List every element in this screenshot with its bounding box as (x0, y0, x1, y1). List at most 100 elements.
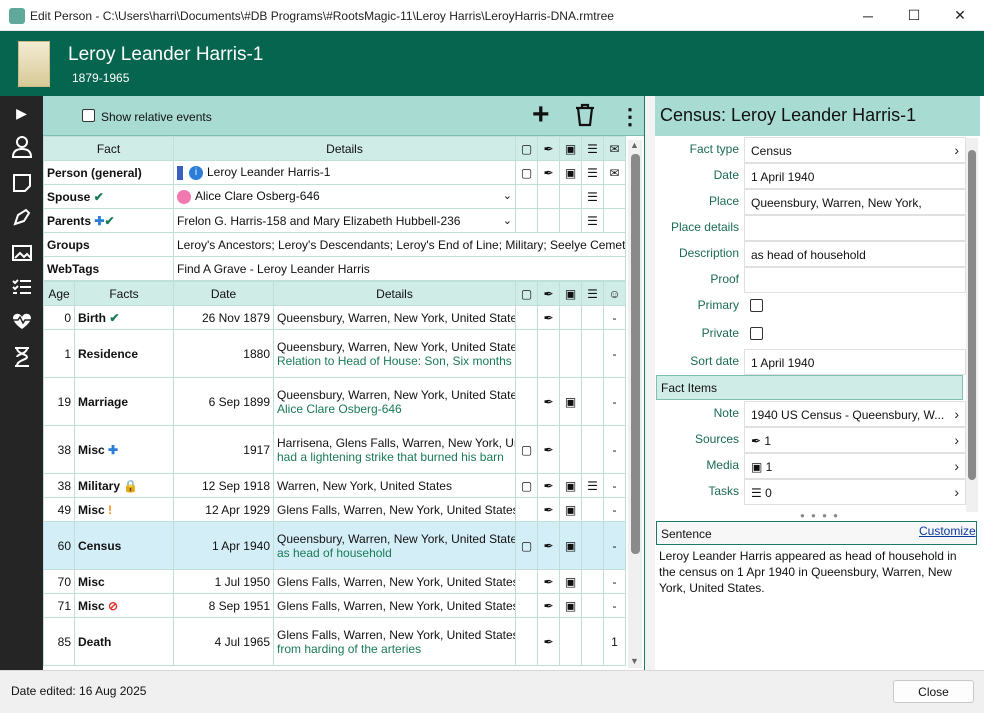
media-icon[interactable]: ▣ (559, 160, 582, 185)
task-icon[interactable]: ☰ (581, 160, 604, 185)
fact-type-field[interactable]: Census › (744, 137, 966, 163)
sentence-label: Sentence (661, 527, 712, 541)
table-row[interactable]: Person (general) i Leroy Leander Harris-1… (43, 160, 626, 185)
source-icon[interactable]: ✒ (537, 617, 560, 666)
minimize-button[interactable]: ─ (845, 0, 891, 31)
table-row[interactable]: 19 Marriage 6 Sep 1899 Queensbury, Warre… (43, 377, 626, 426)
detail-scrollbar-thumb[interactable] (968, 150, 976, 480)
close-button[interactable]: Close (893, 680, 974, 703)
note-icon[interactable] (0, 166, 43, 200)
media-icon[interactable]: ▣ (559, 569, 582, 594)
source-icon[interactable]: ✒ (537, 521, 560, 570)
close-window-button[interactable]: ✕ (937, 0, 983, 31)
task-icon[interactable]: ☰ (581, 473, 604, 498)
media-icon[interactable]: ▣ (559, 377, 582, 426)
fact-name: Misc (78, 598, 105, 613)
tasks-field[interactable]: ☰ 0 › (744, 479, 966, 505)
health-heart-icon[interactable] (0, 304, 43, 338)
customize-link[interactable]: Customize (919, 524, 976, 538)
table-row[interactable]: 38 Military 🔒 12 Sep 1918 Warren, New Yo… (43, 473, 626, 498)
mail-icon[interactable]: ✉ (603, 160, 626, 185)
table-row[interactable]: Spouse ✔ Alice Clare Osberg-646 ⌄ ☰ (43, 184, 626, 209)
source-icon[interactable]: ✒ (537, 569, 560, 594)
pane-splitter[interactable] (644, 96, 655, 670)
fact-details: Alice Clare Osberg-646 (195, 189, 320, 204)
details-column-header[interactable]: Details (273, 281, 516, 306)
fact-details: Leroy's Ancestors; Leroy's Descendants; … (173, 232, 626, 257)
facts-scrollbar-thumb[interactable] (631, 154, 640, 554)
timeline-hourglass-icon[interactable] (0, 340, 43, 374)
proof-field[interactable] (744, 267, 966, 293)
splitter-grip-icon[interactable]: ● ● ● ● (800, 511, 840, 520)
note-icon[interactable]: ▢ (515, 521, 538, 570)
fact-items-section: Fact Items (656, 375, 963, 400)
sentence-text: Leroy Leander Harris appeared as head of… (659, 549, 957, 595)
date-column-header[interactable]: Date (173, 281, 274, 306)
place-field[interactable]: Queensbury, Warren, New York, (744, 189, 966, 215)
facts-column-header[interactable]: Facts (74, 281, 174, 306)
source-pen-icon[interactable] (0, 200, 43, 234)
age-column-header[interactable]: Age (43, 281, 75, 306)
scroll-down-icon[interactable]: ▼ (630, 656, 639, 666)
media-icon[interactable] (0, 236, 43, 270)
place-details-field[interactable] (744, 215, 966, 241)
table-row[interactable]: 85 Death 4 Jul 1965 Glens Falls, Warren,… (43, 617, 626, 666)
source-icon[interactable]: ✒ (537, 593, 560, 618)
fact-column-header[interactable]: Fact (43, 136, 174, 161)
more-options-button[interactable]: ⋮ (619, 104, 641, 130)
media-icon[interactable]: ▣ (559, 473, 582, 498)
shared-cell: - (603, 425, 626, 474)
details-description: from harding of the arteries (277, 641, 422, 656)
media-icon[interactable]: ▣ (559, 497, 582, 522)
table-row[interactable]: 49 Misc ! 12 Apr 1929 Glens Falls, Warre… (43, 497, 626, 522)
add-fact-button[interactable]: + (532, 98, 550, 132)
tasks-icon[interactable] (0, 270, 43, 304)
source-icon[interactable]: ✒ (537, 377, 560, 426)
person-photo[interactable] (18, 41, 50, 87)
chevron-down-icon[interactable]: ⌄ (503, 189, 512, 202)
source-icon[interactable]: ✒ (537, 160, 560, 185)
table-row[interactable]: 71 Misc ⊘ 8 Sep 1951 Glens Falls, Warren… (43, 593, 626, 618)
note-icon[interactable]: ▢ (515, 160, 538, 185)
info-icon[interactable]: i (189, 165, 203, 180)
table-row-selected[interactable]: 60 Census 1 Apr 1940 Queensbury, Warren,… (43, 521, 626, 570)
media-icon[interactable]: ▣ (559, 521, 582, 570)
media-count: 1 (765, 460, 773, 474)
table-row[interactable]: 38 Misc ✚ 1917 Harrisena, Glens Falls, W… (43, 425, 626, 474)
source-icon[interactable]: ✒ (537, 497, 560, 522)
note-icon[interactable]: ▢ (515, 425, 538, 474)
date-cell: 8 Sep 1951 (173, 593, 274, 618)
primary-checkbox[interactable] (750, 299, 763, 312)
private-checkbox[interactable] (750, 327, 763, 340)
source-icon[interactable]: ✒ (537, 473, 560, 498)
date-field[interactable]: 1 April 1940 (744, 163, 966, 189)
note-icon[interactable]: ▢ (515, 473, 538, 498)
show-relative-events-checkbox[interactable] (82, 109, 95, 122)
delete-fact-button[interactable] (572, 102, 598, 131)
maximize-button[interactable]: ☐ (891, 0, 937, 31)
media-icon[interactable]: ▣ (559, 593, 582, 618)
task-icon[interactable]: ☰ (581, 184, 604, 209)
table-row[interactable]: Groups Leroy's Ancestors; Leroy's Descen… (43, 232, 626, 257)
table-row[interactable]: Parents ✚✔ Frelon G. Harris-158 and Mary… (43, 208, 626, 233)
source-icon[interactable]: ✒ (537, 425, 560, 474)
source-icon[interactable]: ✒ (537, 305, 560, 330)
sort-date-field[interactable]: 1 April 1940 (744, 349, 966, 375)
table-row[interactable]: 1 Residence 1880 Queensbury, Warren, New… (43, 329, 626, 378)
table-row[interactable]: WebTags Find A Grave - Leroy Leander Har… (43, 256, 626, 281)
table-row[interactable]: 0 Birth ✔ 26 Nov 1879 Queensbury, Warren… (43, 305, 626, 330)
note-value: 1940 US Census - Queensbury, W... (751, 408, 945, 422)
media-field[interactable]: ▣ 1 › (744, 453, 966, 479)
table-row[interactable]: 70 Misc 1 Jul 1950 Glens Falls, Warren, … (43, 569, 626, 594)
dna-puzzle-icon: ✚ (108, 442, 119, 457)
details-description: Alice Clare Osberg-646 (277, 401, 402, 416)
chevron-down-icon[interactable]: ⌄ (503, 214, 512, 227)
task-icon[interactable]: ☰ (581, 208, 604, 233)
scroll-up-icon[interactable]: ▲ (630, 140, 639, 150)
expand-arrow-icon[interactable]: ▶ (0, 96, 43, 130)
sources-field[interactable]: ✒ 1 › (744, 427, 966, 453)
person-icon[interactable] (0, 130, 43, 164)
details-column-header[interactable]: Details (173, 136, 516, 161)
description-field[interactable]: as head of household (744, 241, 966, 267)
note-field[interactable]: 1940 US Census - Queensbury, W... › (744, 401, 966, 427)
